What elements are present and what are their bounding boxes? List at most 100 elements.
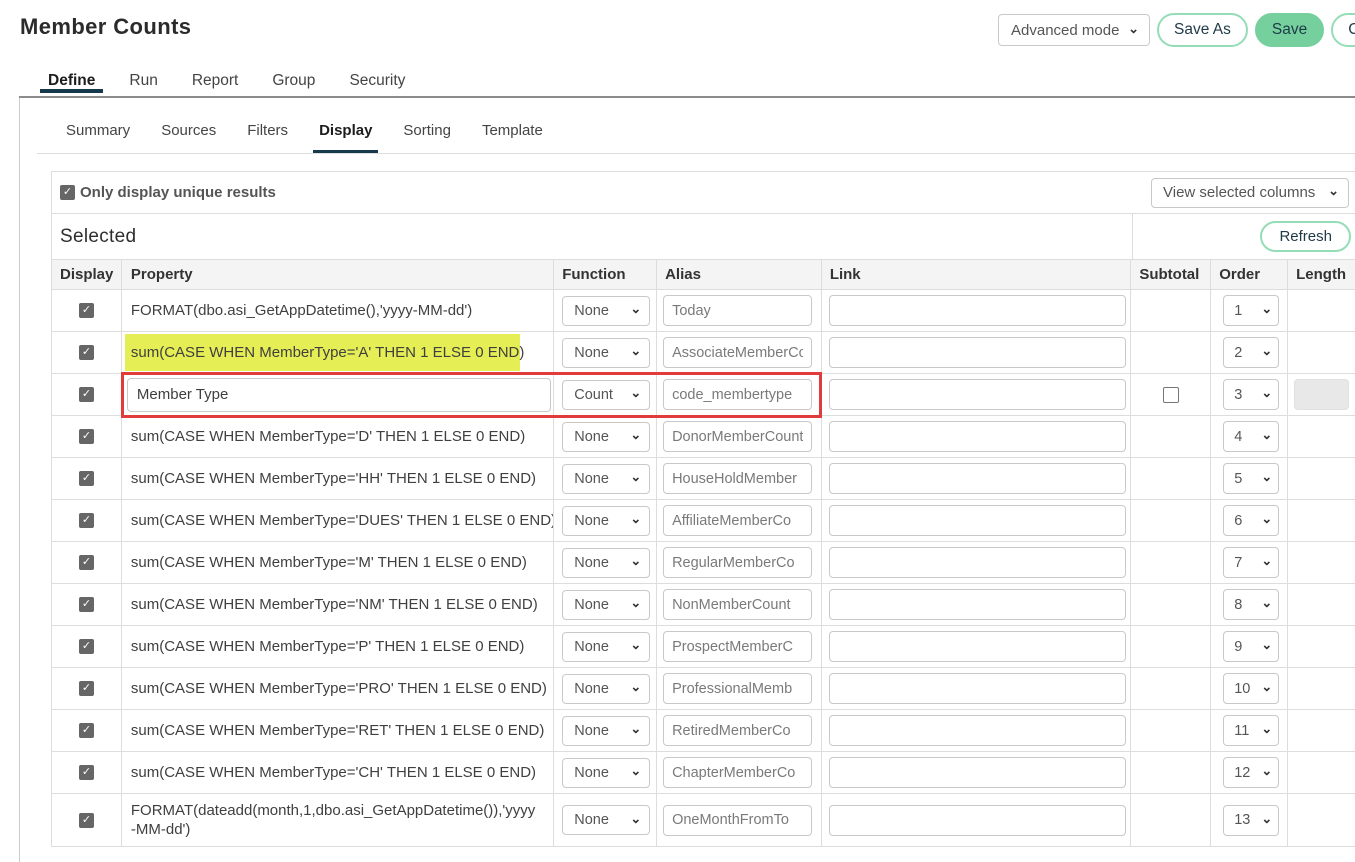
function-select[interactable]: None ⌄ (562, 296, 650, 326)
query-builder-screen: Member Counts Advanced mode ⌄ Save As Sa… (0, 0, 1355, 862)
display-checkbox[interactable]: ✓ (79, 639, 94, 654)
link-input[interactable] (829, 337, 1126, 368)
link-input[interactable] (829, 673, 1126, 704)
link-input[interactable] (829, 295, 1126, 326)
link-input[interactable] (829, 379, 1126, 410)
order-select[interactable]: 12 ⌄ (1223, 757, 1279, 788)
chevron-down-icon: ⌄ (1261, 386, 1272, 399)
function-select[interactable]: None ⌄ (562, 464, 650, 494)
property-input[interactable]: Member Type (127, 378, 551, 412)
display-checkbox[interactable]: ✓ (79, 597, 94, 612)
order-select[interactable]: 9 ⌄ (1223, 631, 1279, 662)
display-checkbox[interactable]: ✓ (79, 723, 94, 738)
view-columns-value: View selected columns (1163, 184, 1315, 201)
link-input[interactable] (829, 463, 1126, 494)
alias-input[interactable] (663, 421, 812, 452)
link-input[interactable] (829, 547, 1126, 578)
display-checkbox[interactable]: ✓ (79, 429, 94, 444)
tab-define[interactable]: Define (48, 65, 95, 96)
order-select[interactable]: 4 ⌄ (1223, 421, 1279, 452)
order-select[interactable]: 1 ⌄ (1223, 295, 1279, 326)
function-select[interactable]: None ⌄ (562, 632, 650, 662)
link-input[interactable] (829, 805, 1126, 836)
save-as-button[interactable]: Save As (1157, 13, 1248, 47)
function-select[interactable]: None ⌄ (562, 805, 650, 835)
alias-input[interactable] (663, 589, 812, 620)
order-select[interactable]: 11 ⌄ (1223, 715, 1279, 746)
function-select[interactable]: None ⌄ (562, 506, 650, 536)
function-select[interactable]: None ⌄ (562, 422, 650, 452)
display-checkbox[interactable]: ✓ (79, 303, 94, 318)
table-row: ✓ sum(CASE WHEN MemberType='RET' THEN 1 … (52, 710, 1355, 752)
save-button[interactable]: Save (1255, 13, 1324, 47)
function-select[interactable]: None ⌄ (562, 758, 650, 788)
unique-results-checkbox[interactable]: ✓ (60, 185, 75, 200)
display-checkbox[interactable]: ✓ (79, 387, 94, 402)
link-input[interactable] (829, 631, 1126, 662)
alias-input[interactable] (663, 463, 812, 494)
table-row: ✓ FORMAT(dbo.asi_GetAppDatetime(),'yyyy-… (52, 290, 1355, 332)
link-input[interactable] (829, 757, 1126, 788)
table-row: ✓ sum(CASE WHEN MemberType='DUES' THEN 1… (52, 500, 1355, 542)
alias-input[interactable] (663, 337, 812, 368)
function-select[interactable]: None ⌄ (562, 674, 650, 704)
link-input[interactable] (829, 505, 1126, 536)
chevron-down-icon: ⌄ (1128, 22, 1139, 35)
link-input[interactable] (829, 421, 1126, 452)
link-input[interactable] (829, 715, 1126, 746)
order-select[interactable]: 2 ⌄ (1223, 337, 1279, 368)
order-select[interactable]: 8 ⌄ (1223, 589, 1279, 620)
subtab-template[interactable]: Template (482, 122, 543, 153)
tab-run[interactable]: Run (129, 65, 157, 96)
display-checkbox[interactable]: ✓ (79, 471, 94, 486)
alias-input[interactable] (663, 673, 812, 704)
property-text: sum(CASE WHEN MemberType='HH' THEN 1 ELS… (122, 469, 536, 488)
alias-input[interactable] (663, 715, 812, 746)
function-select[interactable]: None ⌄ (562, 716, 650, 746)
mode-select[interactable]: Advanced mode ⌄ (998, 14, 1150, 46)
alias-input[interactable] (663, 295, 812, 326)
display-checkbox[interactable]: ✓ (79, 555, 94, 570)
subtab-display[interactable]: Display (319, 122, 372, 153)
order-select[interactable]: 10 ⌄ (1223, 673, 1279, 704)
function-select[interactable]: None ⌄ (562, 548, 650, 578)
subtab-sources[interactable]: Sources (161, 122, 216, 153)
display-checkbox[interactable]: ✓ (79, 513, 94, 528)
subtab-summary[interactable]: Summary (66, 122, 130, 153)
function-select[interactable]: None ⌄ (562, 338, 650, 368)
options-bar: ✓ Only display unique results View selec… (52, 172, 1355, 214)
subtab-sorting[interactable]: Sorting (403, 122, 451, 153)
order-select[interactable]: 7 ⌄ (1223, 547, 1279, 578)
order-select[interactable]: 5 ⌄ (1223, 463, 1279, 494)
chevron-down-icon: ⌄ (1261, 638, 1272, 651)
tab-security[interactable]: Security (349, 65, 405, 96)
alias-input[interactable] (663, 757, 812, 788)
display-checkbox[interactable]: ✓ (79, 345, 94, 360)
function-select-value: None (574, 681, 609, 697)
function-select[interactable]: Count ⌄ (562, 380, 650, 410)
chevron-down-icon: ⌄ (1328, 184, 1339, 197)
tab-report[interactable]: Report (192, 65, 239, 96)
alias-input[interactable] (663, 805, 812, 836)
subtab-filters[interactable]: Filters (247, 122, 288, 153)
link-input[interactable] (829, 589, 1126, 620)
function-select[interactable]: None ⌄ (562, 590, 650, 620)
order-select[interactable]: 3 ⌄ (1223, 379, 1279, 410)
subtotal-checkbox[interactable] (1163, 387, 1179, 403)
property-text: sum(CASE WHEN MemberType='DUES' THEN 1 E… (122, 511, 553, 530)
order-select[interactable]: 13 ⌄ (1223, 805, 1279, 836)
close-button[interactable]: Close (1331, 13, 1355, 47)
view-columns-select[interactable]: View selected columns ⌄ (1151, 178, 1349, 208)
alias-input[interactable] (663, 379, 812, 410)
alias-input[interactable] (663, 547, 812, 578)
table-body: ✓ FORMAT(dbo.asi_GetAppDatetime(),'yyyy-… (52, 290, 1355, 846)
display-checkbox[interactable]: ✓ (79, 681, 94, 696)
alias-input[interactable] (663, 631, 812, 662)
alias-input[interactable] (663, 505, 812, 536)
display-checkbox[interactable]: ✓ (79, 765, 94, 780)
tab-group[interactable]: Group (272, 65, 315, 96)
chevron-down-icon: ⌄ (630, 812, 641, 825)
display-checkbox[interactable]: ✓ (79, 813, 94, 828)
order-select[interactable]: 6 ⌄ (1223, 505, 1279, 536)
refresh-button[interactable]: Refresh (1260, 221, 1351, 252)
